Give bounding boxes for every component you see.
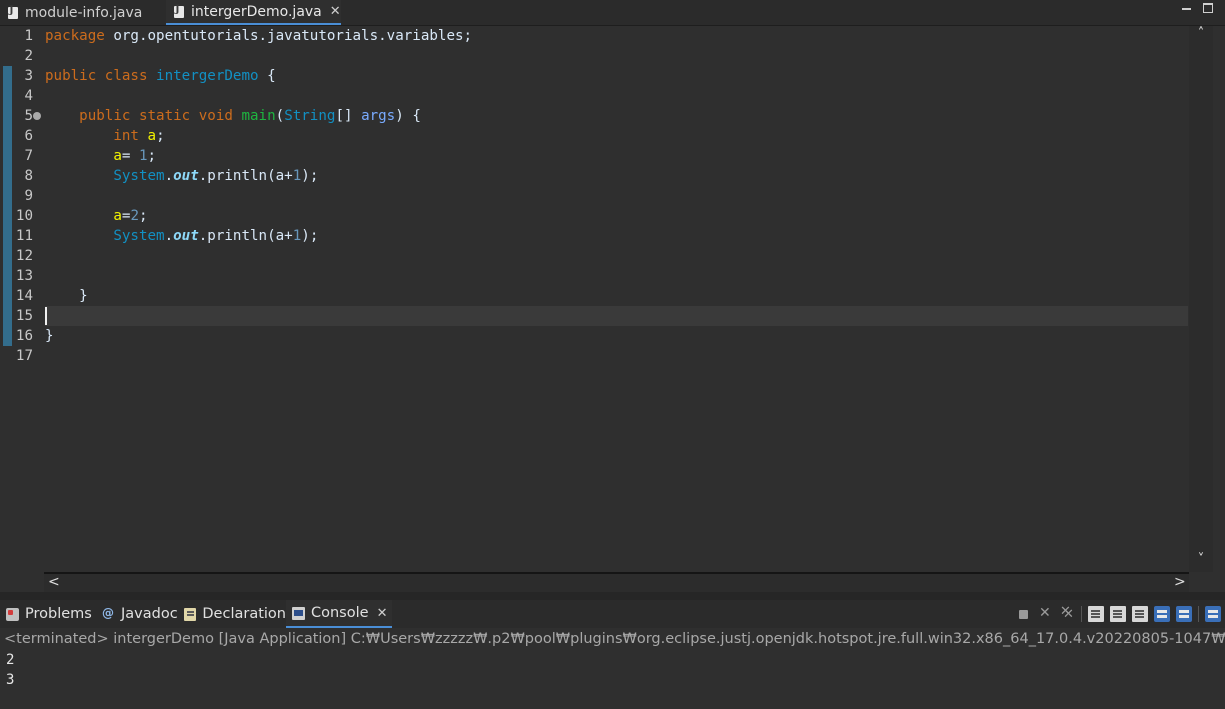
console-icon [292, 606, 305, 620]
line-number: 8 [24, 168, 33, 184]
scroll-lock-icon[interactable] [1110, 606, 1126, 622]
line-number-gutter: 1 2 3 4 5 6 7 8 9 10 11 12 13 14 15 16 1… [0, 26, 44, 592]
line-number: 1 [24, 28, 33, 44]
problems-icon [6, 607, 19, 621]
tab-problems[interactable]: Problems [0, 600, 96, 628]
javadoc-icon [102, 606, 115, 621]
line-number: 10 [15, 208, 33, 224]
code-line: public class intergerDemo { [45, 68, 276, 84]
code-line: System.out.println(a+1); [113, 228, 319, 244]
code-line: } [79, 288, 88, 304]
toolbar-separator [1198, 606, 1199, 622]
tab-label: intergerDemo.java [191, 3, 322, 20]
fold-toggle-icon[interactable] [33, 112, 41, 120]
tab-label: module-info.java [25, 4, 143, 21]
tab-declaration[interactable]: Declaration [178, 600, 286, 628]
panel-separator[interactable] [0, 592, 1225, 600]
minimize-icon[interactable] [1182, 8, 1191, 10]
pin-console-icon[interactable] [1205, 606, 1221, 622]
scroll-right-icon[interactable]: > [1174, 572, 1186, 592]
console-status-line: <terminated> intergerDemo [Java Applicat… [4, 631, 1225, 647]
text-cursor [45, 307, 47, 325]
word-wrap-icon[interactable] [1132, 606, 1148, 622]
line-number: 6 [24, 128, 33, 144]
code-line: public static void main(String[] args) { [79, 108, 421, 124]
tab-label: Console [311, 605, 369, 621]
tab-label: Declaration [202, 606, 286, 622]
line-number: 4 [24, 88, 33, 104]
maximize-icon[interactable] [1203, 3, 1213, 13]
current-line-highlight [45, 306, 1188, 326]
tab-label: Problems [25, 606, 92, 622]
scrollbar-track [44, 572, 1189, 574]
scroll-down-icon[interactable]: ˅ [1189, 552, 1213, 567]
remove-launch-icon[interactable] [1037, 605, 1053, 622]
line-number: 5 [24, 108, 33, 124]
close-icon[interactable]: ✕ [330, 4, 341, 19]
line-number: 13 [15, 268, 33, 284]
overview-ruler [1213, 26, 1225, 592]
clear-console-icon[interactable] [1088, 606, 1104, 622]
code-editor[interactable]: 1 2 3 4 5 6 7 8 9 10 11 12 13 14 15 16 1… [0, 26, 1225, 592]
code-line: System.out.println(a+1); [113, 168, 319, 184]
line-number: 14 [15, 288, 33, 304]
code-line: a= 1; [113, 148, 157, 164]
scroll-up-icon[interactable]: ˄ [1189, 26, 1213, 41]
code-line: int a; [113, 128, 165, 144]
tab-intergerdemo[interactable]: intergerDemo.java ✕ [166, 0, 341, 25]
terminate-icon[interactable] [1015, 606, 1031, 622]
code-line: a=2; [113, 208, 148, 224]
tab-console[interactable]: Console ✕ [286, 600, 392, 628]
tab-javadoc[interactable]: Javadoc [96, 600, 178, 628]
panel-tab-bar: Problems Javadoc Declaration Console ✕ [0, 600, 1225, 628]
view-controls [1182, 0, 1213, 13]
console-output-line: 3 [6, 672, 15, 688]
editor-tab-bar: module-info.java intergerDemo.java ✕ [0, 0, 1225, 26]
line-number: 9 [24, 188, 33, 204]
java-file-icon [8, 5, 18, 19]
line-number: 7 [24, 148, 33, 164]
line-number: 12 [15, 248, 33, 264]
scroll-left-icon[interactable]: < [48, 572, 60, 592]
vertical-scrollbar[interactable]: ˄ ˅ [1189, 26, 1213, 572]
remove-all-terminated-icon[interactable] [1059, 604, 1075, 622]
console-toolbar [1015, 604, 1225, 624]
close-icon[interactable]: ✕ [377, 606, 388, 621]
line-number: 2 [24, 48, 33, 64]
line-number: 17 [15, 348, 33, 364]
declaration-icon [184, 607, 197, 621]
line-number: 11 [15, 228, 33, 244]
console-output-line: 2 [6, 652, 15, 668]
tab-module-info[interactable]: module-info.java [0, 0, 165, 25]
show-on-stderr-icon[interactable] [1176, 606, 1192, 622]
code-line: package org.opentutorials.javatutorials.… [45, 28, 473, 44]
code-text-area[interactable]: package org.opentutorials.javatutorials.… [45, 26, 1188, 572]
code-line: } [45, 328, 54, 344]
java-file-icon [174, 4, 184, 18]
line-number: 16 [15, 328, 33, 344]
show-on-stdout-icon[interactable] [1154, 606, 1170, 622]
line-number: 3 [24, 68, 33, 84]
toolbar-separator [1081, 606, 1082, 622]
console-output-area[interactable]: <terminated> intergerDemo [Java Applicat… [0, 628, 1225, 709]
tab-label: Javadoc [121, 606, 178, 622]
line-number: 15 [15, 308, 33, 324]
horizontal-scrollbar[interactable]: < > [44, 572, 1189, 592]
